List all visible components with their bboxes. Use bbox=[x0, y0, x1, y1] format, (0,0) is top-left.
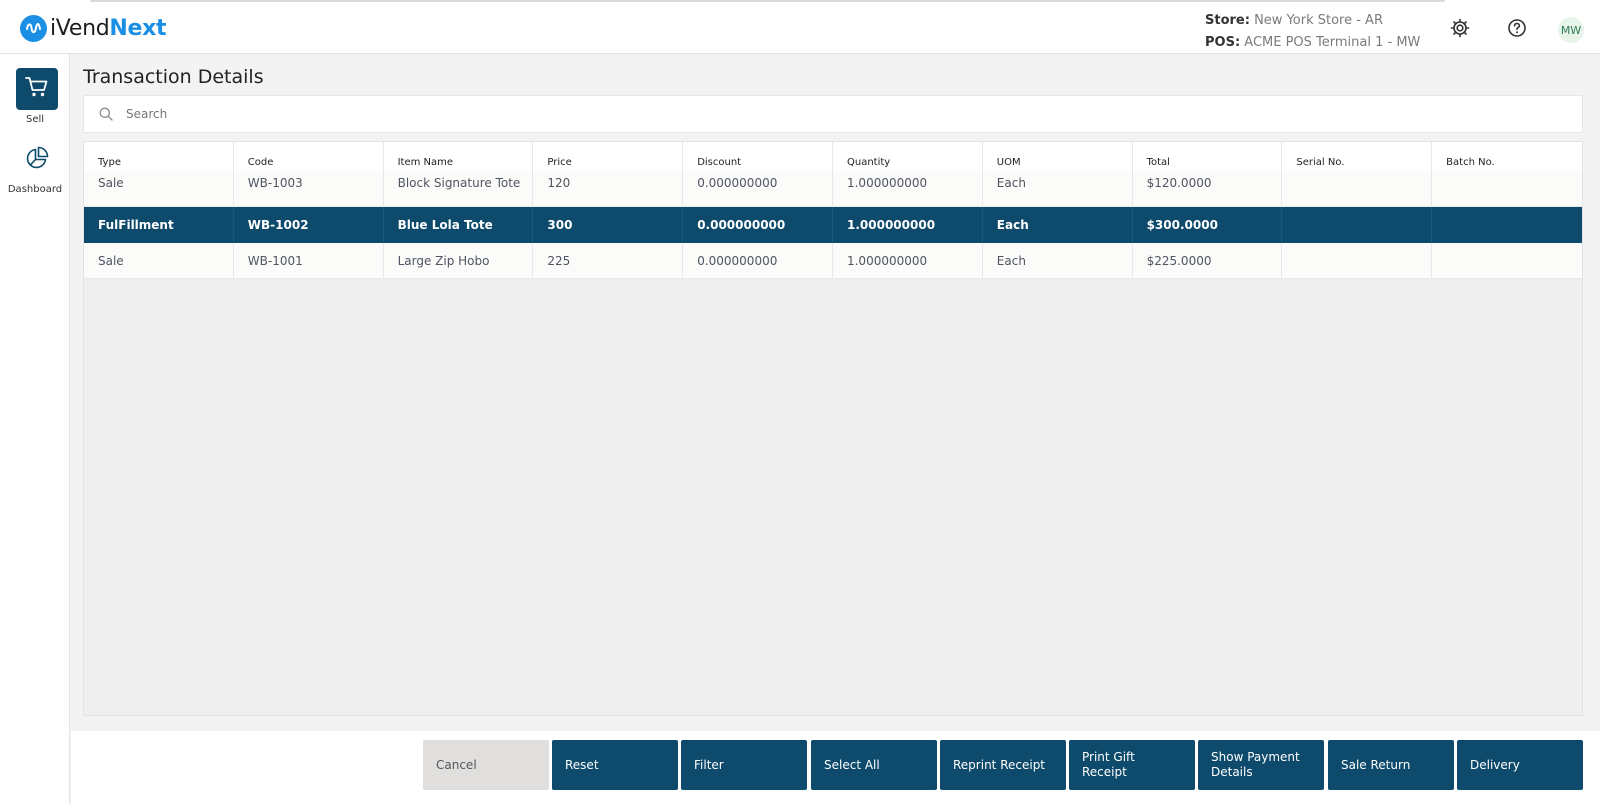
store-value: New York Store - AR bbox=[1254, 13, 1383, 28]
table-cell: 225 bbox=[533, 243, 684, 278]
filter-button[interactable]: Filter bbox=[681, 740, 807, 790]
table-cell: $300.0000 bbox=[1133, 207, 1283, 242]
column-header-item-name[interactable]: Item Name bbox=[384, 142, 534, 171]
table-cell: 0.000000000 bbox=[683, 243, 833, 278]
top-bar: iVendNext Store: New York Store - AR POS… bbox=[0, 0, 1600, 54]
table-cell bbox=[1432, 171, 1582, 206]
store-info: Store: New York Store - AR POS: ACME POS… bbox=[1205, 10, 1420, 54]
logo-text-ivend: iVend bbox=[50, 16, 110, 41]
table-cell: Each bbox=[983, 171, 1133, 206]
column-header-code[interactable]: Code bbox=[234, 142, 384, 171]
sale-return-button[interactable]: Sale Return bbox=[1328, 740, 1454, 790]
sidebar-item-sell[interactable] bbox=[16, 68, 58, 110]
transaction-table: Type Code Item Name Price Discount Quant… bbox=[83, 141, 1583, 716]
gear-icon[interactable] bbox=[1449, 17, 1471, 39]
sidebar-item-sell-label[interactable]: Sell bbox=[0, 114, 70, 125]
table-cell bbox=[1282, 243, 1433, 278]
table-cell: Blue Lola Tote bbox=[384, 207, 534, 242]
column-header-serial-no[interactable]: Serial No. bbox=[1282, 142, 1433, 171]
cart-icon bbox=[25, 76, 49, 102]
reprint-receipt-button[interactable]: Reprint Receipt bbox=[940, 740, 1066, 790]
column-header-discount[interactable]: Discount bbox=[683, 142, 833, 171]
table-cell: Large Zip Hobo bbox=[384, 243, 534, 278]
table-cell: 1.000000000 bbox=[833, 171, 983, 206]
reset-button[interactable]: Reset bbox=[552, 740, 678, 790]
help-icon[interactable] bbox=[1506, 17, 1528, 39]
table-cell: 1.000000000 bbox=[833, 207, 983, 242]
sidebar-item-dashboard[interactable] bbox=[24, 146, 50, 174]
pos-line: POS: ACME POS Terminal 1 - MW bbox=[1205, 32, 1420, 54]
store-label: Store: bbox=[1205, 13, 1250, 28]
cancel-button[interactable]: Cancel bbox=[423, 740, 549, 790]
column-header-price[interactable]: Price bbox=[533, 142, 684, 171]
logo-text: iVendNext bbox=[50, 16, 167, 41]
table-cell: WB-1001 bbox=[234, 243, 384, 278]
table-row-selected[interactable]: FulFillment WB-1002 Blue Lola Tote 300 0… bbox=[84, 207, 1582, 243]
app-logo: iVendNext bbox=[20, 15, 167, 42]
table-cell: WB-1002 bbox=[234, 207, 384, 242]
table-cell: $225.0000 bbox=[1133, 243, 1283, 278]
table-cell: 0.000000000 bbox=[683, 171, 833, 206]
column-header-quantity[interactable]: Quantity bbox=[833, 142, 983, 171]
store-line: Store: New York Store - AR bbox=[1205, 10, 1420, 32]
user-avatar[interactable]: MW bbox=[1558, 17, 1584, 43]
table-cell: 120 bbox=[533, 171, 684, 206]
search-input[interactable] bbox=[126, 107, 1526, 121]
page-title: Transaction Details bbox=[83, 66, 264, 88]
table-cell: Sale bbox=[84, 243, 234, 278]
column-header-uom[interactable]: UOM bbox=[983, 142, 1133, 171]
table-cell: 300 bbox=[533, 207, 684, 242]
print-gift-receipt-button[interactable]: Print Gift Receipt bbox=[1069, 740, 1195, 790]
pos-value: ACME POS Terminal 1 - MW bbox=[1244, 35, 1421, 50]
logo-text-next: Next bbox=[109, 16, 167, 41]
table-cell bbox=[1282, 171, 1433, 206]
table-cell: Sale bbox=[84, 171, 234, 206]
sidebar: Sell Dashboard bbox=[0, 54, 70, 804]
search-icon bbox=[98, 106, 114, 122]
table-cell: 1.000000000 bbox=[833, 243, 983, 278]
pie-chart-icon bbox=[25, 146, 49, 174]
show-payment-details-button[interactable]: Show Payment Details bbox=[1198, 740, 1324, 790]
select-all-button[interactable]: Select All bbox=[811, 740, 937, 790]
pos-label: POS: bbox=[1205, 35, 1241, 50]
column-header-type[interactable]: Type bbox=[84, 142, 234, 171]
table-header: Type Code Item Name Price Discount Quant… bbox=[84, 142, 1582, 171]
table-cell: 0.000000000 bbox=[683, 207, 833, 242]
table-cell: WB-1003 bbox=[234, 171, 384, 206]
window-top-edge bbox=[90, 0, 1445, 2]
table-cell: FulFillment bbox=[84, 207, 234, 242]
logo-icon bbox=[20, 15, 47, 42]
table-row[interactable]: Sale WB-1001 Large Zip Hobo 225 0.000000… bbox=[84, 243, 1582, 279]
delivery-button[interactable]: Delivery bbox=[1457, 740, 1583, 790]
table-cell: Block Signature Tote bbox=[384, 171, 534, 206]
table-cell: $120.0000 bbox=[1133, 171, 1283, 206]
table-row[interactable]: Sale WB-1003 Block Signature Tote 120 0.… bbox=[84, 171, 1582, 207]
column-header-batch-no[interactable]: Batch No. bbox=[1432, 142, 1582, 171]
sidebar-item-dashboard-label[interactable]: Dashboard bbox=[0, 184, 70, 195]
column-header-total[interactable]: Total bbox=[1133, 142, 1283, 171]
table-cell bbox=[1432, 207, 1582, 242]
table-cell: Each bbox=[983, 207, 1133, 242]
table-cell: Each bbox=[983, 243, 1133, 278]
search-bar[interactable] bbox=[83, 95, 1583, 133]
table-cell bbox=[1282, 207, 1433, 242]
table-cell bbox=[1432, 243, 1582, 278]
